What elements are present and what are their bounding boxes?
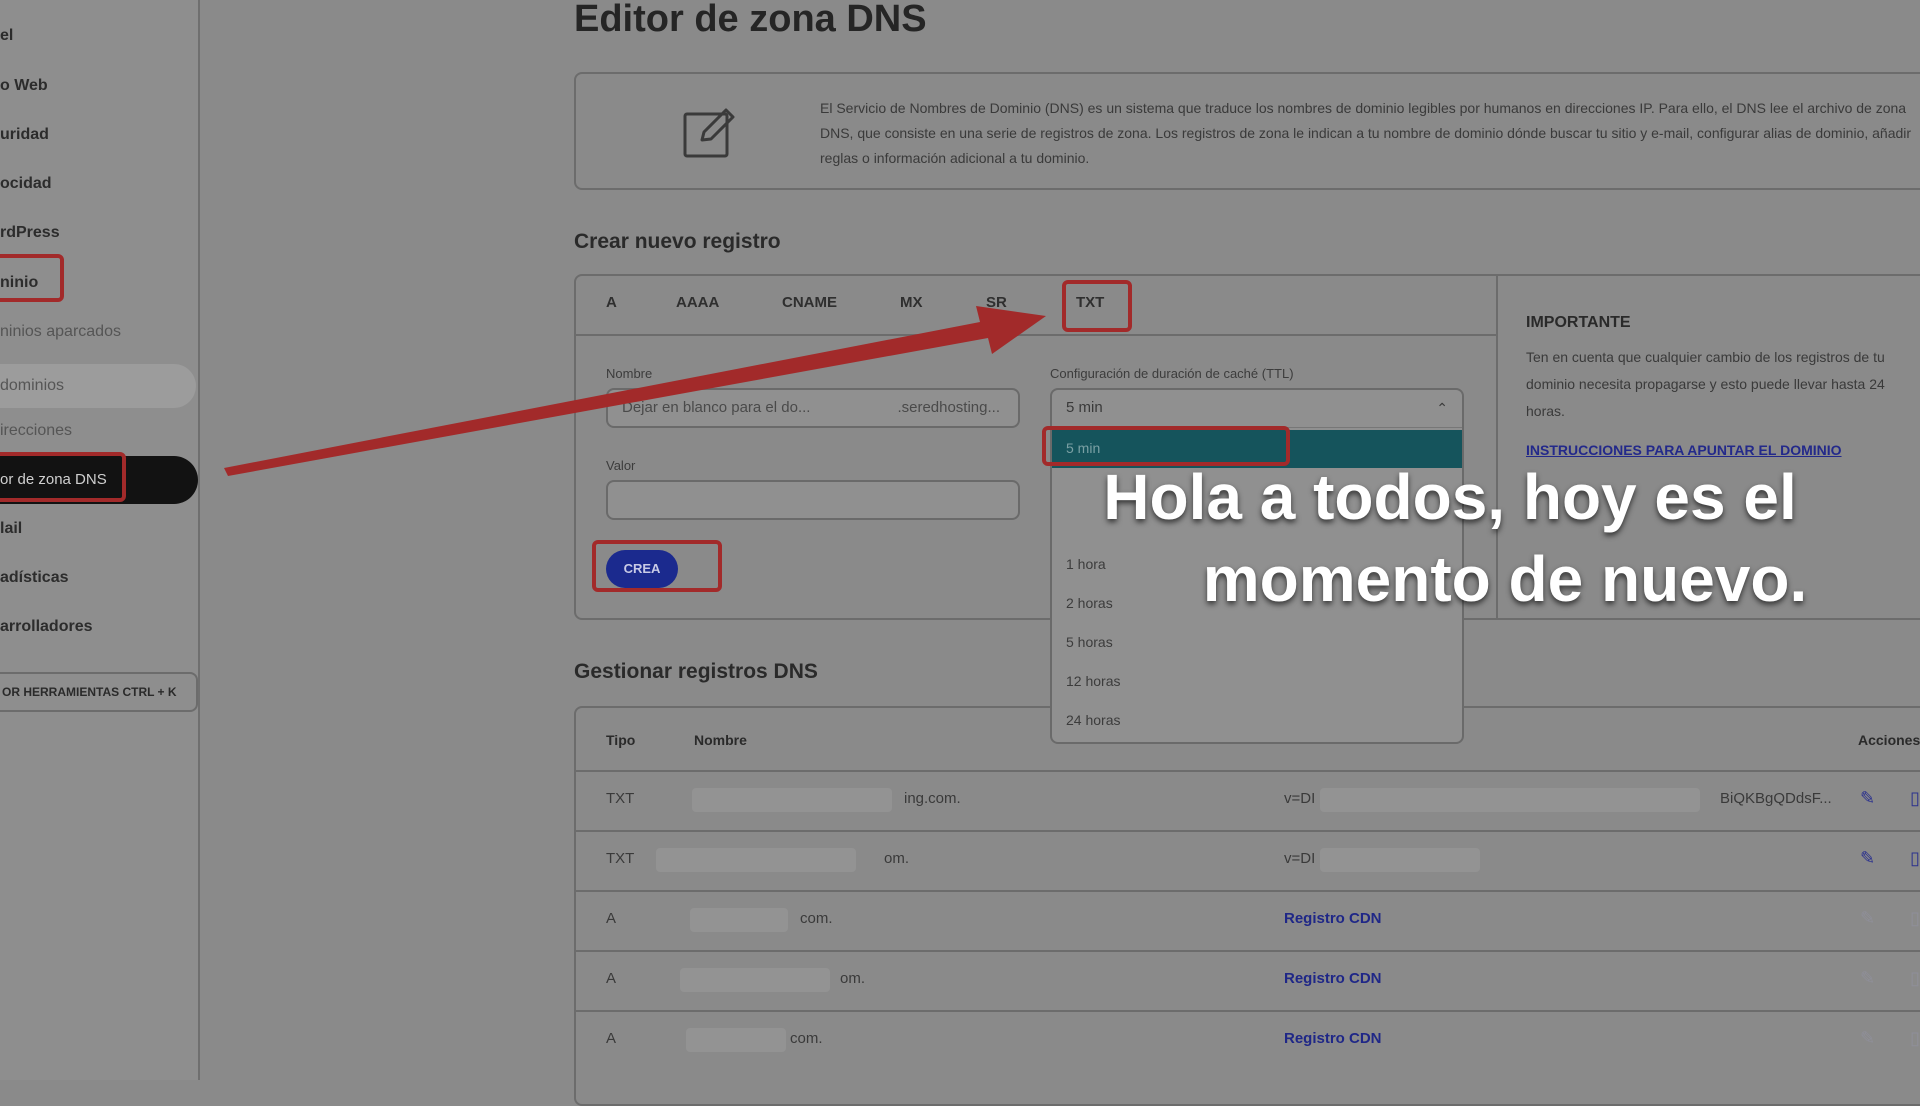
caption-line-1: Hola a todos, hoy es el [1103, 461, 1797, 533]
caption-line-2: momento de nuevo. [1202, 543, 1808, 615]
video-caption: Hola a todos, hoy es el momento de nuevo… [1000, 456, 1900, 620]
